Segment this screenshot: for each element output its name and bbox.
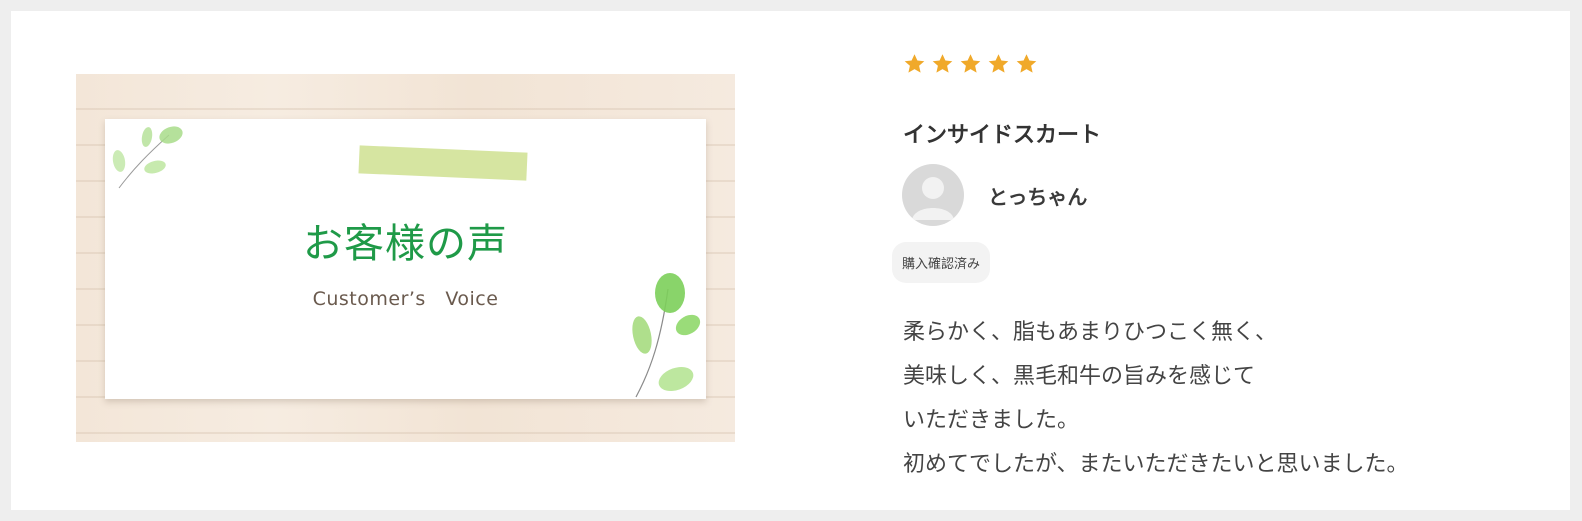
user-icon — [912, 177, 954, 220]
star-icon — [958, 52, 983, 76]
banner-title: お客様の声 — [303, 221, 508, 267]
reviewer-name: とっちゃん — [988, 184, 1088, 209]
banner-subtitle: Customer’s Voice — [312, 288, 499, 310]
review-line: いただきました。 — [903, 408, 1080, 433]
banner-paper: お客様の声 Customer’s Voice — [105, 119, 706, 399]
review-body: 柔らかく、脂もあまりひつこく無く、 美味しく、黒毛和牛の旨みを感じて いただきま… — [903, 311, 1409, 487]
review-line: 柔らかく、脂もあまりひつこく無く、 — [903, 320, 1278, 345]
review-line: 美味しく、黒毛和牛の旨みを感じて — [903, 364, 1256, 389]
review-line: 初めてでしたが、またいただきたいと思いました。 — [903, 452, 1409, 477]
masking-tape — [358, 145, 528, 181]
verified-purchase-badge: 購入確認済み — [892, 242, 991, 283]
leaf-branch-icon — [112, 126, 183, 189]
avatar — [902, 164, 964, 226]
star-icon — [986, 52, 1011, 76]
star-icon — [930, 52, 955, 76]
customer-voice-banner: お客様の声 Customer’s Voice — [76, 74, 735, 442]
reviewer: とっちゃん — [902, 164, 1087, 226]
leaf-branch-icon — [632, 273, 701, 398]
product-name: インサイドスカート — [903, 123, 1102, 148]
star-icon — [1014, 52, 1039, 76]
star-icon — [902, 52, 927, 76]
rating-stars — [902, 52, 1039, 76]
review-card: お客様の声 Customer’s Voice インサイドスカート とっちゃん 購… — [11, 11, 1570, 510]
